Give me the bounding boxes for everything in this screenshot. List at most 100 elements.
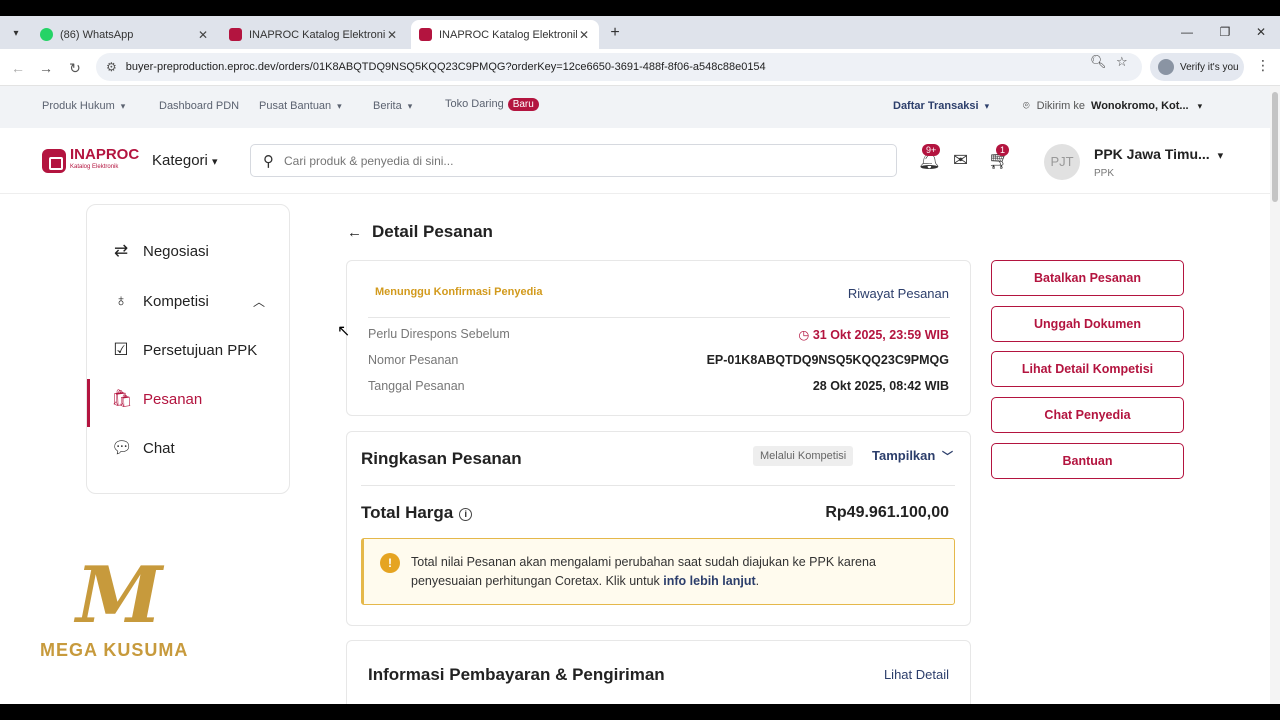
new-tab-icon[interactable]: + xyxy=(605,24,625,44)
tab-search-dropdown-icon[interactable]: ▾ xyxy=(6,23,26,43)
daftar-transaksi-menu[interactable]: Daftar Transaksi ▾ xyxy=(893,100,989,112)
order-status-card: Menunggu Konfirmasi Penyedia Riwayat Pes… xyxy=(346,260,971,416)
sidebar-item-persetujuan-ppk[interactable]: ☑ Persetujuan PPK xyxy=(87,330,289,370)
chevron-up-icon[interactable]: ︿ xyxy=(253,293,265,310)
inaproc-favicon-icon xyxy=(229,28,242,41)
scrollbar-thumb[interactable] xyxy=(1272,92,1278,202)
browser-tab-inaproc-active[interactable]: INAPROC Katalog Elektronik - P ✕ xyxy=(411,20,599,49)
chevron-down-icon: ▾ xyxy=(120,101,126,111)
mail-icon[interactable]: ✉ xyxy=(953,150,968,171)
sidebar-item-label: Kompetisi xyxy=(143,292,209,310)
bookmark-star-icon[interactable]: ☆ xyxy=(1116,54,1128,70)
site-info-icon[interactable]: ⚙ xyxy=(106,60,117,74)
dikirim-value: Wonokromo, Kot... xyxy=(1091,100,1189,112)
unggah-dokumen-button[interactable]: Unggah Dokumen xyxy=(991,306,1184,342)
watermark-text: MEGA KUSUMA xyxy=(40,640,189,660)
batalkan-pesanan-button[interactable]: Batalkan Pesanan xyxy=(991,260,1184,296)
chat-penyedia-button[interactable]: Chat Penyedia xyxy=(991,397,1184,433)
sidebar-item-kompetisi[interactable]: ♁ Kompetisi ︿ xyxy=(87,281,289,321)
link-produk-hukum[interactable]: Produk Hukum ▾ xyxy=(42,100,125,112)
search-input[interactable] xyxy=(284,153,864,168)
status-badge: Menunggu Konfirmasi Penyedia xyxy=(375,286,543,298)
checkbox-icon: ☑ xyxy=(113,340,129,359)
logo-bag-icon xyxy=(42,149,66,173)
location-pin-icon: ⌾ xyxy=(1023,100,1030,112)
minimize-icon[interactable]: — xyxy=(1172,22,1202,42)
user-name[interactable]: PPK Jawa Timu... ▾ xyxy=(1094,146,1223,162)
sidebar-item-label: Pesanan xyxy=(143,390,203,408)
restore-icon[interactable]: ❐ xyxy=(1210,22,1240,42)
verify-profile-button[interactable]: Verify it's you xyxy=(1150,53,1244,81)
mouse-cursor-icon: ↖ xyxy=(337,323,351,340)
baru-badge: Baru xyxy=(507,98,539,111)
link-dashboard-pdn[interactable]: Dashboard PDN xyxy=(159,100,239,112)
deadline-value: ◷ 31 Okt 2025, 23:59 WIB xyxy=(798,328,949,342)
chevron-down-icon: ﹀ xyxy=(941,451,953,463)
sidebar-item-pesanan[interactable]: 🛍︎ Pesanan xyxy=(87,379,289,427)
total-harga-value: Rp49.961.100,00 xyxy=(825,504,949,521)
browser-menu-icon[interactable]: ⋮ xyxy=(1256,57,1270,74)
sidebar-item-label: Chat xyxy=(143,439,175,457)
chevron-down-icon: ▾ xyxy=(1197,101,1203,111)
bantuan-button[interactable]: Bantuan xyxy=(991,443,1184,479)
url-text[interactable]: buyer-preproduction.eproc.dev/orders/01K… xyxy=(126,61,766,73)
payment-shipping-card: Informasi Pembayaran & Pengiriman Lihat … xyxy=(346,640,971,704)
address-bar[interactable]: ⚙ buyer-preproduction.eproc.dev/orders/0… xyxy=(96,53,1142,81)
avatar[interactable]: PJT xyxy=(1044,144,1080,180)
coretax-warning-alert: ! Total nilai Pesanan akan mengalami per… xyxy=(361,538,955,605)
total-harga-label: Total Harga i xyxy=(361,503,473,523)
page-scrollbar[interactable] xyxy=(1270,86,1280,704)
browser-tab-inaproc[interactable]: INAPROC Katalog Elektronik - P ✕ xyxy=(221,20,407,49)
chevron-down-icon: ▾ xyxy=(212,156,218,168)
page-title: ← Detail Pesanan xyxy=(347,222,493,242)
search-bar[interactable]: ⚲ xyxy=(250,144,897,177)
close-icon[interactable]: ✕ xyxy=(196,28,210,42)
divider xyxy=(368,317,950,318)
riwayat-pesanan-link[interactable]: Riwayat Pesanan xyxy=(848,286,949,301)
search-icon: ⚲ xyxy=(263,152,274,170)
user-role: PPK xyxy=(1094,168,1115,179)
tab-strip: ▾ (86) WhatsApp ✕ INAPROC Katalog Elektr… xyxy=(0,16,1280,49)
divider xyxy=(361,485,955,486)
chevron-down-icon: ▾ xyxy=(337,101,342,111)
link-pusat-bantuan[interactable]: Pusat Bantuan ▾ xyxy=(259,100,342,112)
order-date-value: 28 Okt 2025, 08:42 WIB xyxy=(812,379,949,393)
deadline-label: Perlu Direspons Sebelum xyxy=(368,327,510,341)
link-toko-daring[interactable]: Toko Daring Baru xyxy=(445,98,539,111)
pembayaran-title: Informasi Pembayaran & Pengiriman xyxy=(368,665,665,684)
browser-toolbar: ← → ↻ ⚙ buyer-preproduction.eproc.dev/or… xyxy=(0,49,1280,86)
kategori-dropdown[interactable]: Kategori ▾ xyxy=(152,152,218,169)
reload-icon[interactable]: ↻ xyxy=(65,58,85,78)
lihat-detail-kompetisi-button[interactable]: Lihat Detail Kompetisi xyxy=(991,351,1184,387)
info-lebih-lanjut-link[interactable]: info lebih lanjut xyxy=(663,574,755,588)
tampilkan-toggle[interactable]: Tampilkan ﹀ xyxy=(872,448,953,464)
browser-tab-whatsapp[interactable]: (86) WhatsApp ✕ xyxy=(32,20,218,49)
melalui-kompetisi-chip: Melalui Kompetisi xyxy=(753,446,854,466)
order-number-value: EP-01K8ABQTDQ9NSQ5KQQ23C9PMQG xyxy=(706,353,949,367)
mega-kusuma-watermark: M MEGA KUSUMA xyxy=(40,556,220,666)
lihat-detail-link[interactable]: Lihat Detail xyxy=(884,667,949,682)
site-header: INAPROCKatalog Elektronik Kategori ▾ ⚲ 🔔… xyxy=(0,128,1270,194)
link-berita[interactable]: Berita ▾ xyxy=(373,100,412,112)
order-number-label: Nomor Pesanan xyxy=(368,353,459,367)
browser-window: ▾ (86) WhatsApp ✕ INAPROC Katalog Elektr… xyxy=(0,16,1280,704)
chat-bubble-icon: 💬︎ xyxy=(111,438,133,457)
close-icon[interactable]: ✕ xyxy=(577,28,591,42)
alert-message: Total nilai Pesanan akan mengalami perub… xyxy=(411,555,876,588)
chevron-down-icon: ▾ xyxy=(1217,150,1224,162)
forward-icon[interactable]: → xyxy=(36,58,56,78)
delivery-location[interactable]: ⌾ Dikirim ke Wonokromo, Kot... ▾ xyxy=(1023,100,1202,113)
zoom-icon[interactable]: 🔍︎ xyxy=(1090,54,1107,70)
back-arrow-icon[interactable]: ← xyxy=(347,224,362,241)
verify-label: Verify it's you xyxy=(1180,61,1239,73)
close-icon[interactable]: ✕ xyxy=(385,28,399,42)
window-close-icon[interactable]: ✕ xyxy=(1246,22,1276,42)
sidebar-item-chat[interactable]: 💬︎ Chat xyxy=(87,428,289,468)
order-date-label: Tanggal Pesanan xyxy=(368,379,465,393)
info-icon[interactable]: i xyxy=(459,508,473,521)
sidebar-item-negosiasi[interactable]: ⇄ Negosiasi xyxy=(87,231,289,271)
tab-title: INAPROC Katalog Elektronik - P xyxy=(439,28,577,41)
inaproc-logo[interactable]: INAPROC Katalog Elektronik xyxy=(42,147,139,174)
back-icon[interactable]: ← xyxy=(8,58,28,78)
watermark-logo-icon: M xyxy=(76,550,163,641)
